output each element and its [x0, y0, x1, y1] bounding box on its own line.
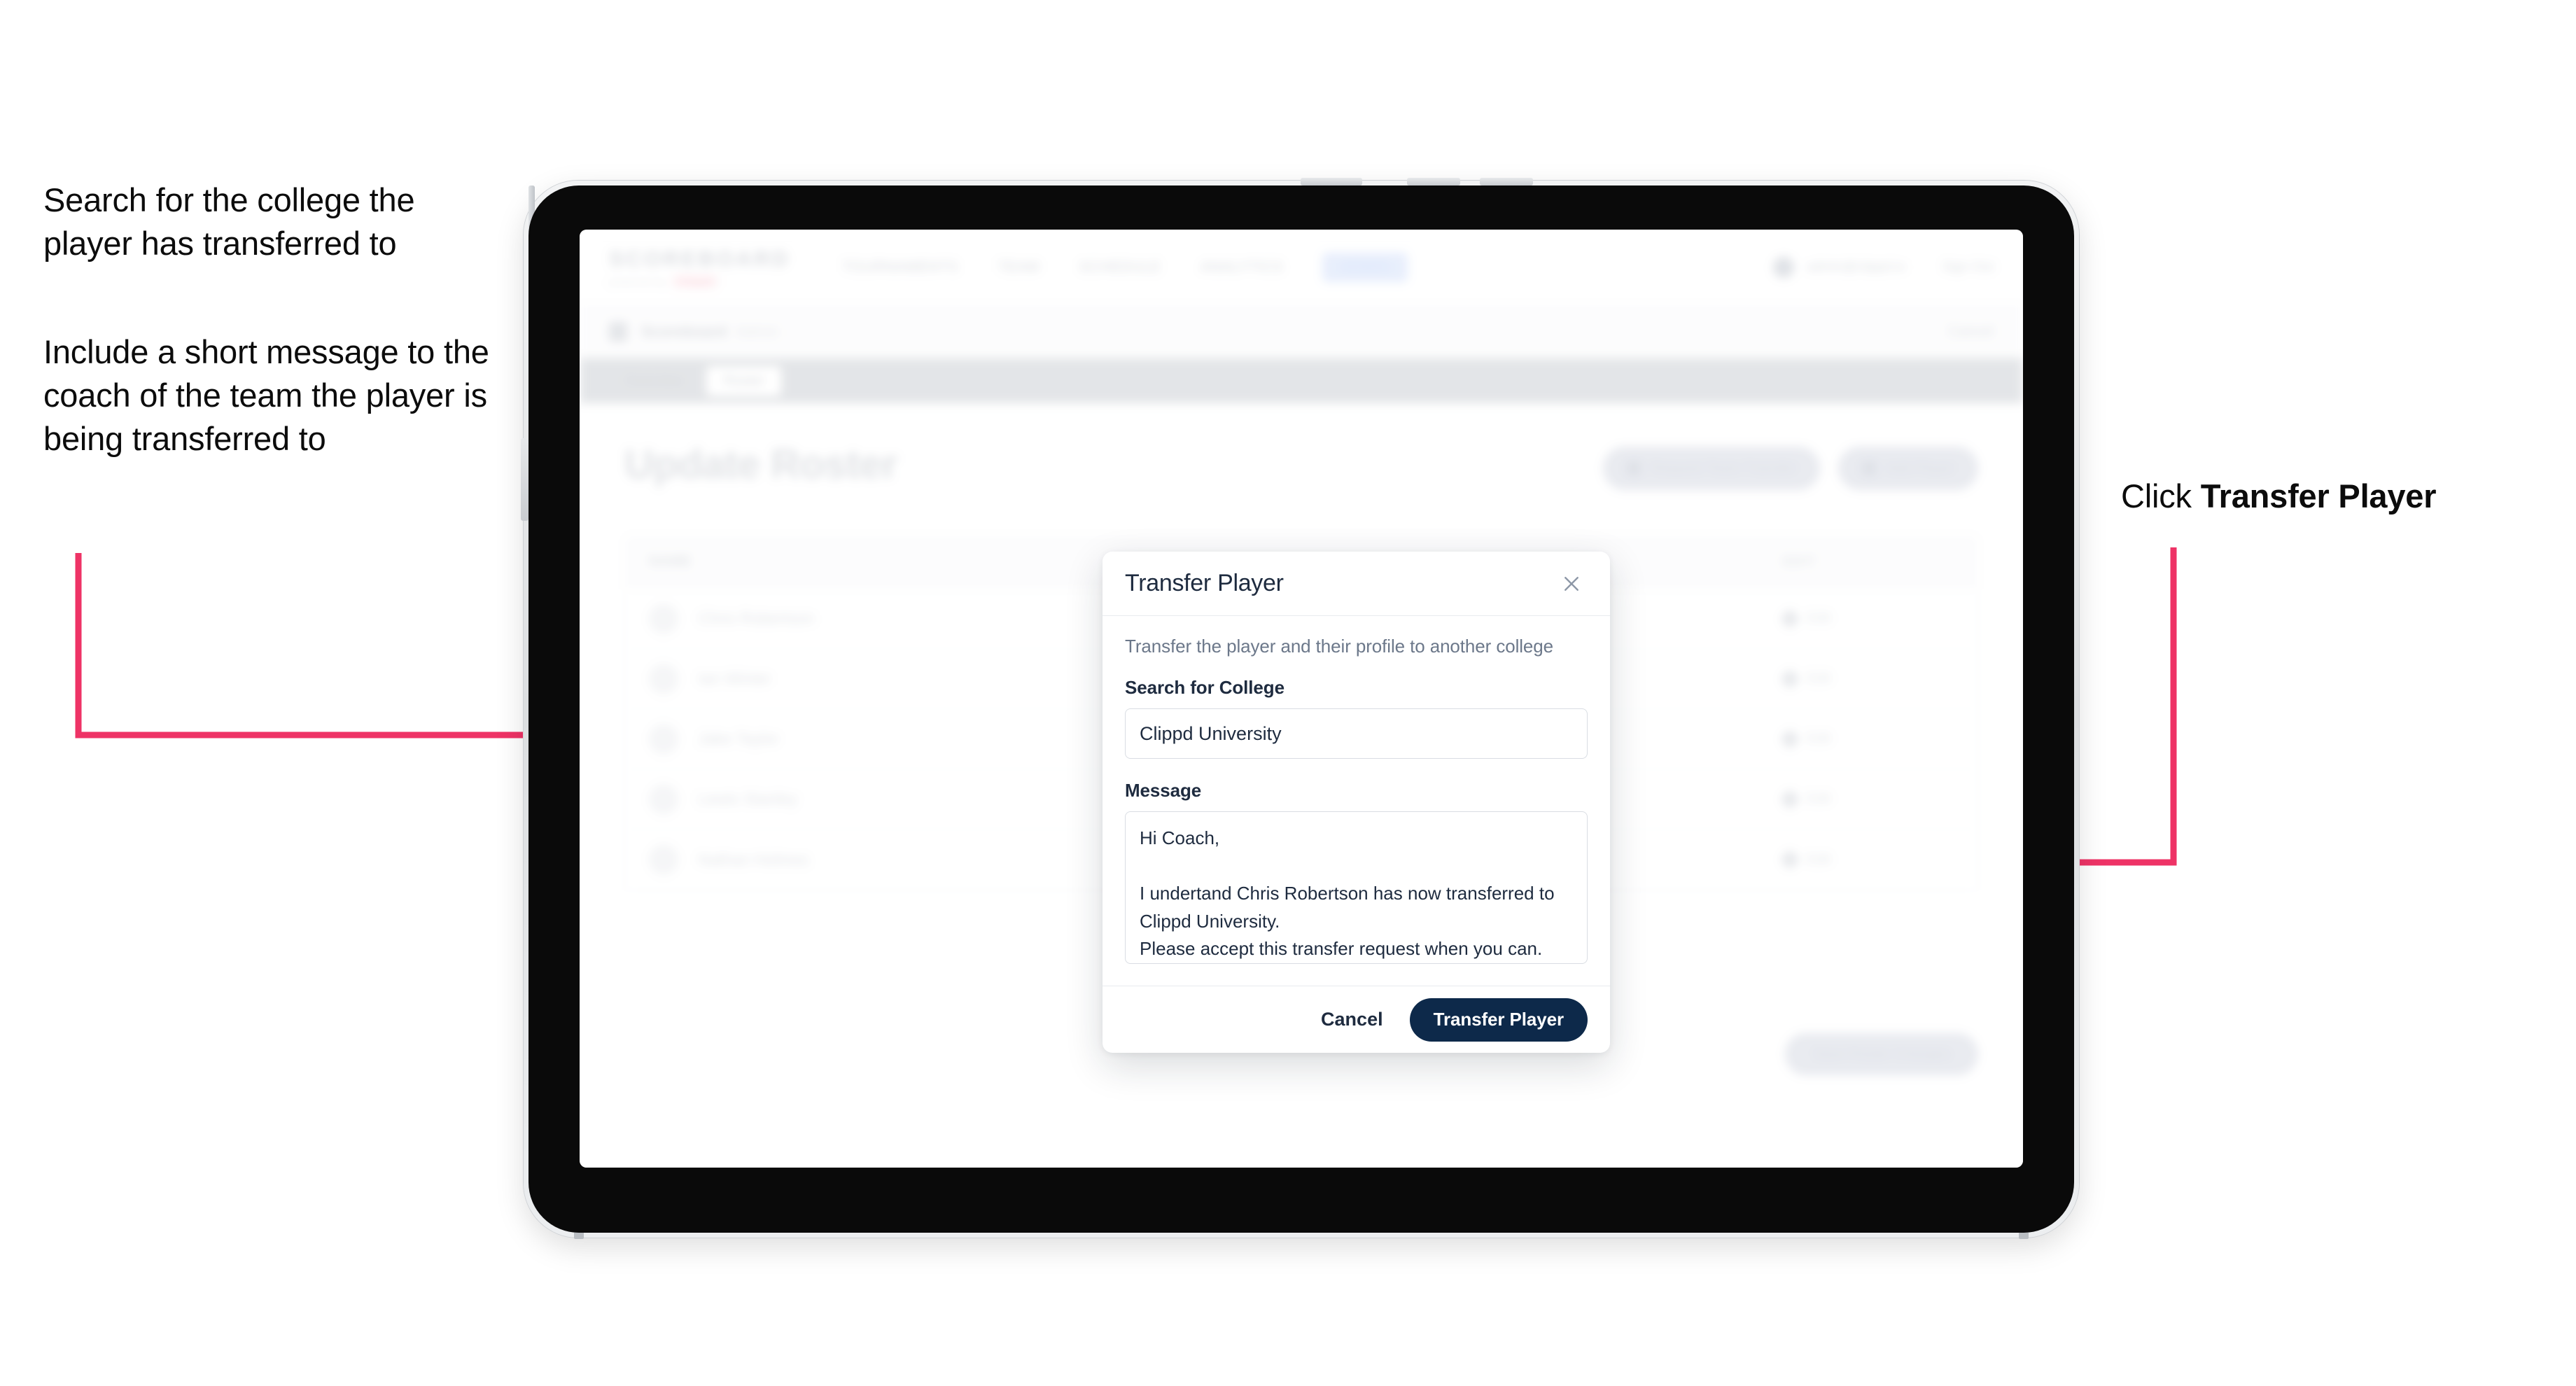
search-college-input[interactable] [1125, 708, 1588, 759]
annotation-search-college: Search for the college the player has tr… [43, 181, 415, 262]
message-field-label: Message [1125, 780, 1202, 801]
close-icon[interactable] [1555, 568, 1588, 600]
modal-description: Transfer the player and their profile to… [1125, 636, 1554, 657]
modal-body: Transfer the player and their profile to… [1102, 616, 1610, 986]
device-foot-right [2019, 1232, 2029, 1239]
annotation-click-transfer-player: Click Transfer Player [2121, 475, 2569, 518]
tablet-screen: SCOREBOARD powered by Clippd TOURNAMENTS… [580, 230, 2023, 1168]
tablet-device-frame: SCOREBOARD powered by Clippd TOURNAMENTS… [521, 178, 2079, 1239]
annotation-right-prefix: Click [2121, 477, 2201, 514]
transfer-player-modal: Transfer Player Transfer the player and … [1102, 552, 1610, 1053]
device-foot-left [574, 1232, 584, 1239]
modal-header: Transfer Player [1102, 552, 1610, 616]
cancel-button[interactable]: Cancel [1317, 1003, 1387, 1036]
annotation-right-bold: Transfer Player [2200, 477, 2437, 514]
annotation-include-message: Include a short message to the coach of … [43, 333, 489, 458]
college-field-label: Search for College [1125, 677, 1284, 698]
volume-up-button[interactable] [1407, 178, 1460, 186]
power-button[interactable] [1301, 178, 1362, 186]
transfer-player-submit-button[interactable]: Transfer Player [1409, 997, 1588, 1042]
side-button[interactable] [521, 438, 528, 521]
message-textarea[interactable] [1125, 811, 1588, 964]
volume-down-button[interactable] [1480, 178, 1533, 186]
screenshot-root: Search for the college the player has tr… [0, 0, 2576, 1386]
modal-footer: Cancel Transfer Player [1102, 986, 1610, 1053]
modal-title: Transfer Player [1125, 570, 1284, 596]
